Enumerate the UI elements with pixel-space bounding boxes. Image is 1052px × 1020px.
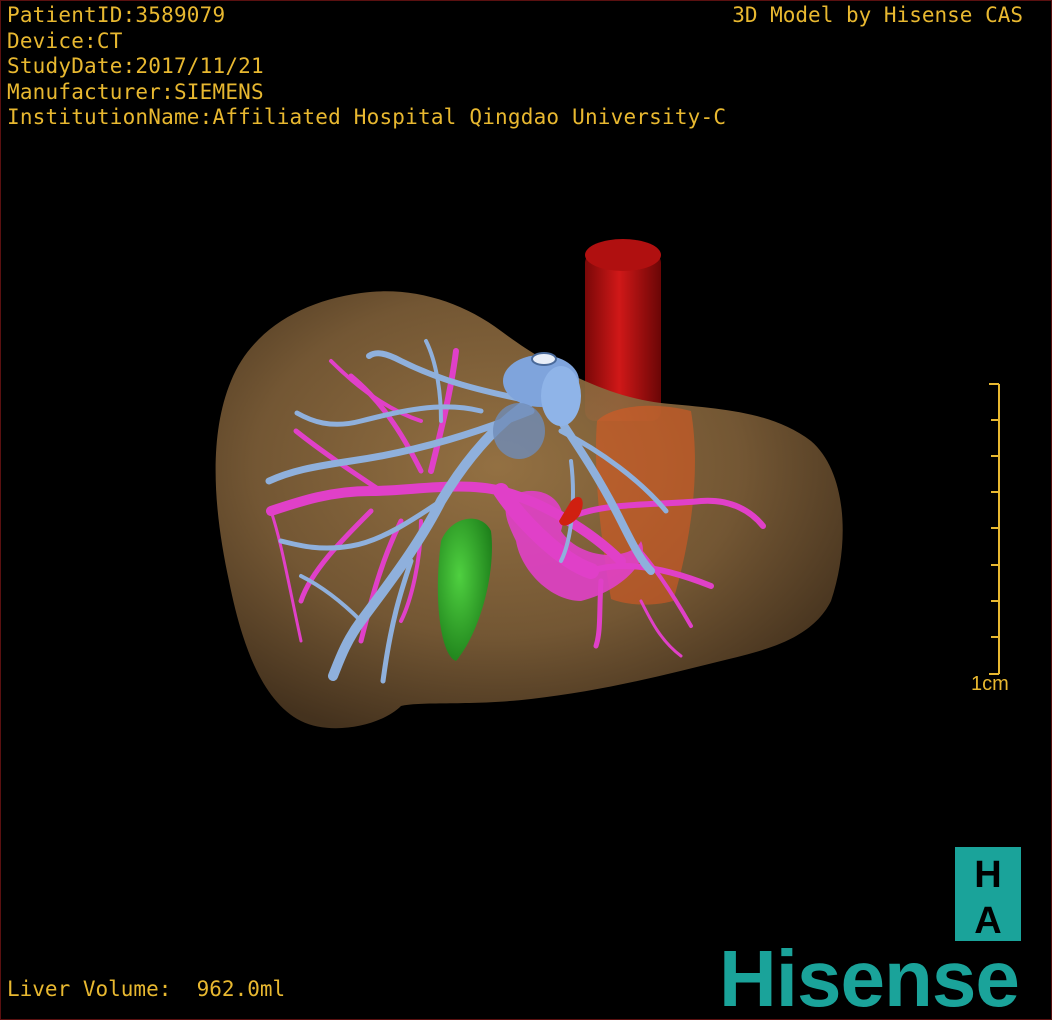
3d-viewport[interactable]: PatientID:3589079 Device:CT StudyDate:20… [0,0,1052,1020]
device: Device:CT [7,28,123,53]
study-date: StudyDate:2017/11/21 [7,54,264,78]
ha-logo-icon: H A [955,847,1021,941]
patient-id: PatientID:3589079 [7,3,226,27]
scale-bar-label: 1cm [971,673,1009,695]
scale-bar [989,383,1000,675]
model-credit: 3D Model by Hisense CAS [732,3,1023,27]
institution-name: InstitutionName:Affiliated Hospital Qing… [7,105,727,129]
dicom-info-overlay: PatientID:3589079 Device:CT StudyDate:20… [7,3,726,131]
liver-volume: Liver Volume: 962.0ml [7,977,286,1001]
ha-logo-top: H [974,854,1001,896]
hisense-logo-icon: Hisense [719,934,1020,1020]
manufacturer: Manufacturer:SIEMENS [7,79,264,104]
liver-3d-model[interactable] [1,1,1051,1019]
